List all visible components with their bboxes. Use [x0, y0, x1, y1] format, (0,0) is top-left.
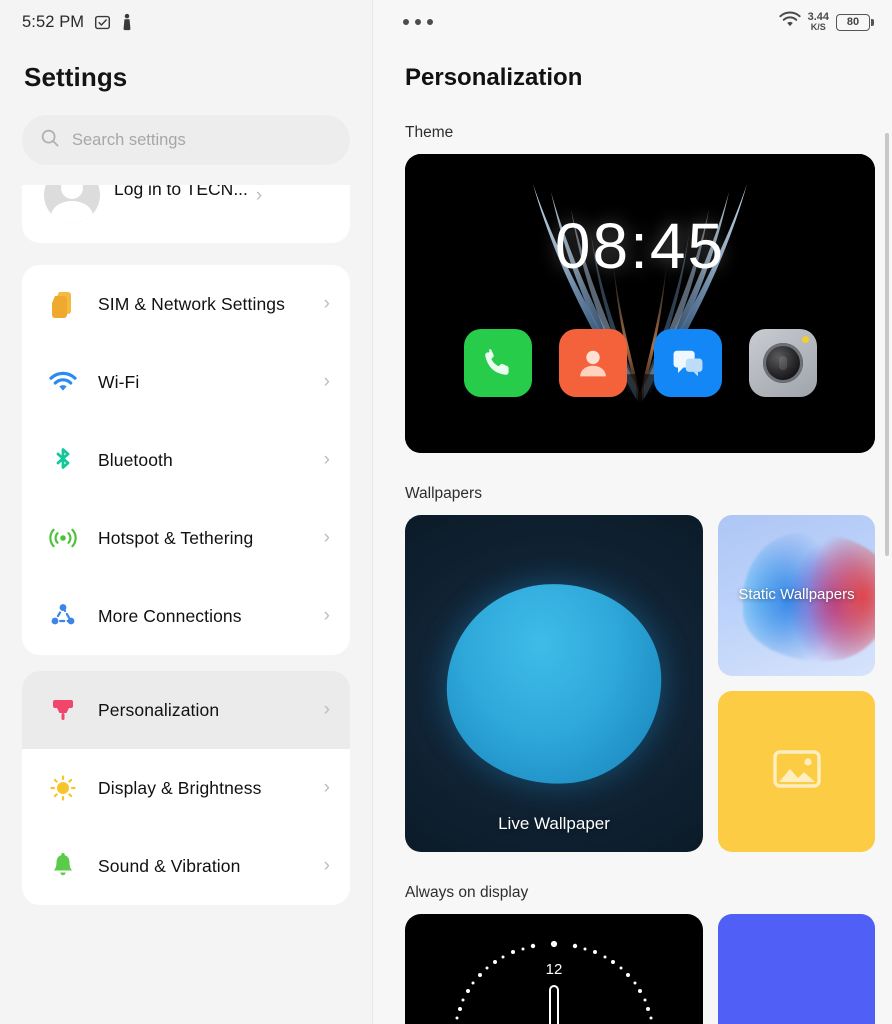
messages-icon	[653, 329, 722, 397]
chevron-right-icon: ›	[323, 855, 330, 876]
sidebar-item-sim-network-settings[interactable]: SIM & Network Settings ›	[22, 265, 350, 343]
search-bar[interactable]	[22, 115, 350, 165]
sidebar-item-bluetooth[interactable]: Bluetooth ›	[22, 421, 350, 499]
page-title: Settings	[24, 62, 128, 92]
hotspot-icon	[44, 526, 82, 550]
sidebar-item-label: Sound & Vibration	[98, 855, 241, 876]
paint-brush-icon	[44, 696, 82, 724]
sidebar-group-device: Personalization › Display & Brightness ›…	[22, 671, 350, 905]
theme-preview-card[interactable]: 08:45	[405, 154, 875, 453]
section-label-theme: Theme	[405, 124, 454, 141]
chevron-right-icon: ›	[255, 185, 263, 206]
bluetooth-icon	[44, 446, 82, 474]
sidebar-item-wi-fi[interactable]: Wi-Fi ›	[22, 343, 350, 421]
wifi-icon	[778, 11, 801, 33]
battery-tip	[871, 18, 874, 26]
sidebar-item-label: Display & Brightness	[98, 777, 262, 798]
gallery-wallpaper-card[interactable]	[718, 691, 875, 852]
aod-clock-card[interactable]: 12 10 2	[405, 914, 703, 1024]
sidebar-item-label: Personalization	[98, 699, 220, 720]
image-icon	[772, 748, 822, 795]
status-bar-right: 3.44 K/S 80	[373, 0, 892, 44]
camera-icon	[748, 329, 817, 397]
checkbox-icon	[94, 14, 111, 31]
network-speed: 3.44 K/S	[808, 11, 829, 33]
static-wallpapers-caption: Static Wallpapers	[738, 586, 855, 604]
sun-icon	[44, 774, 82, 802]
sidebar-item-label: Wi-Fi	[98, 371, 140, 392]
settings-screen: 5:52 PM Settings Log in to T	[0, 0, 892, 1024]
status-bar-left: 5:52 PM	[0, 0, 372, 44]
sidebar-item-more-connections[interactable]: More Connections ›	[22, 577, 350, 655]
live-wallpaper-caption: Live Wallpaper	[498, 814, 610, 833]
wallpapers-grid: Live Wallpaper Static Wallpapers	[405, 515, 875, 852]
theme-preview-clock: 08:45	[554, 210, 726, 282]
sidebar-item-personalization[interactable]: Personalization ›	[22, 671, 350, 749]
always-on-display-grid: 12 10 2	[405, 914, 875, 1024]
account-label: Log in to TECN...	[114, 185, 248, 199]
more-horizontal-icon[interactable]	[403, 19, 433, 25]
section-label-wallpapers: Wallpapers	[405, 485, 482, 502]
sim-card-icon	[44, 290, 82, 318]
person-standing-icon	[121, 13, 133, 31]
live-wallpaper-art	[439, 576, 669, 791]
sidebar-item-label: More Connections	[98, 605, 242, 626]
sidebar-item-sound-vibration[interactable]: Sound & Vibration ›	[22, 827, 350, 905]
detail-pane: 3.44 K/S 80 Personalization Theme 08:45 …	[373, 0, 892, 1024]
phone-icon	[463, 329, 532, 397]
sidebar-item-account[interactable]: Log in to TECN... ›	[22, 185, 350, 243]
sidebar-item-label: SIM & Network Settings	[98, 293, 285, 314]
chevron-right-icon: ›	[323, 449, 330, 470]
live-wallpaper-card[interactable]: Live Wallpaper	[405, 515, 703, 852]
chevron-right-icon: ›	[323, 605, 330, 626]
wifi-icon	[44, 371, 82, 393]
contacts-icon	[558, 329, 627, 397]
svg-text:12: 12	[546, 961, 563, 978]
sidebar-list: Log in to TECN... › SIM & Network Settin…	[0, 165, 372, 985]
chevron-right-icon: ›	[323, 777, 330, 798]
status-bar-time: 5:52 PM	[22, 12, 85, 31]
sidebar-item-hotspot-tethering[interactable]: Hotspot & Tethering ›	[22, 499, 350, 577]
sidebar-item-label: Bluetooth	[98, 449, 173, 470]
status-indicators: 3.44 K/S 80	[778, 11, 874, 33]
avatar-icon	[44, 185, 100, 223]
more-connections-icon	[44, 602, 82, 630]
search-icon	[40, 128, 60, 153]
bell-icon	[44, 852, 82, 880]
section-label-always-on-display: Always on display	[405, 884, 529, 901]
chevron-right-icon: ›	[323, 371, 330, 392]
detail-content: Theme 08:45 Wallpapers Live Wallpaper St…	[373, 124, 892, 1024]
settings-sidebar: 5:52 PM Settings Log in to T	[0, 0, 373, 1024]
chevron-right-icon: ›	[323, 699, 330, 720]
wings-wallpaper-art	[405, 154, 875, 453]
account-card: Log in to TECN... ›	[22, 185, 350, 243]
detail-title: Personalization	[405, 64, 583, 91]
battery-level: 80	[836, 13, 870, 31]
search-input[interactable]	[72, 130, 332, 150]
aod-style-card[interactable]	[718, 914, 875, 1024]
battery-indicator: 80	[836, 13, 874, 31]
detail-scrollbar[interactable]	[885, 133, 889, 556]
network-speed-unit: K/S	[810, 22, 826, 33]
sidebar-item-display-brightness[interactable]: Display & Brightness ›	[22, 749, 350, 827]
theme-preview-dock	[405, 329, 875, 397]
chevron-right-icon: ›	[323, 527, 330, 548]
sidebar-group-connectivity: SIM & Network Settings › Wi-Fi › Bluetoo…	[22, 265, 350, 655]
sidebar-item-label: Hotspot & Tethering	[98, 527, 254, 548]
aod-clock-face: 12 10 2	[455, 940, 653, 1024]
wallpapers-side-column: Static Wallpapers	[718, 515, 875, 852]
static-wallpapers-card[interactable]: Static Wallpapers	[718, 515, 875, 676]
chevron-right-icon: ›	[323, 293, 330, 314]
